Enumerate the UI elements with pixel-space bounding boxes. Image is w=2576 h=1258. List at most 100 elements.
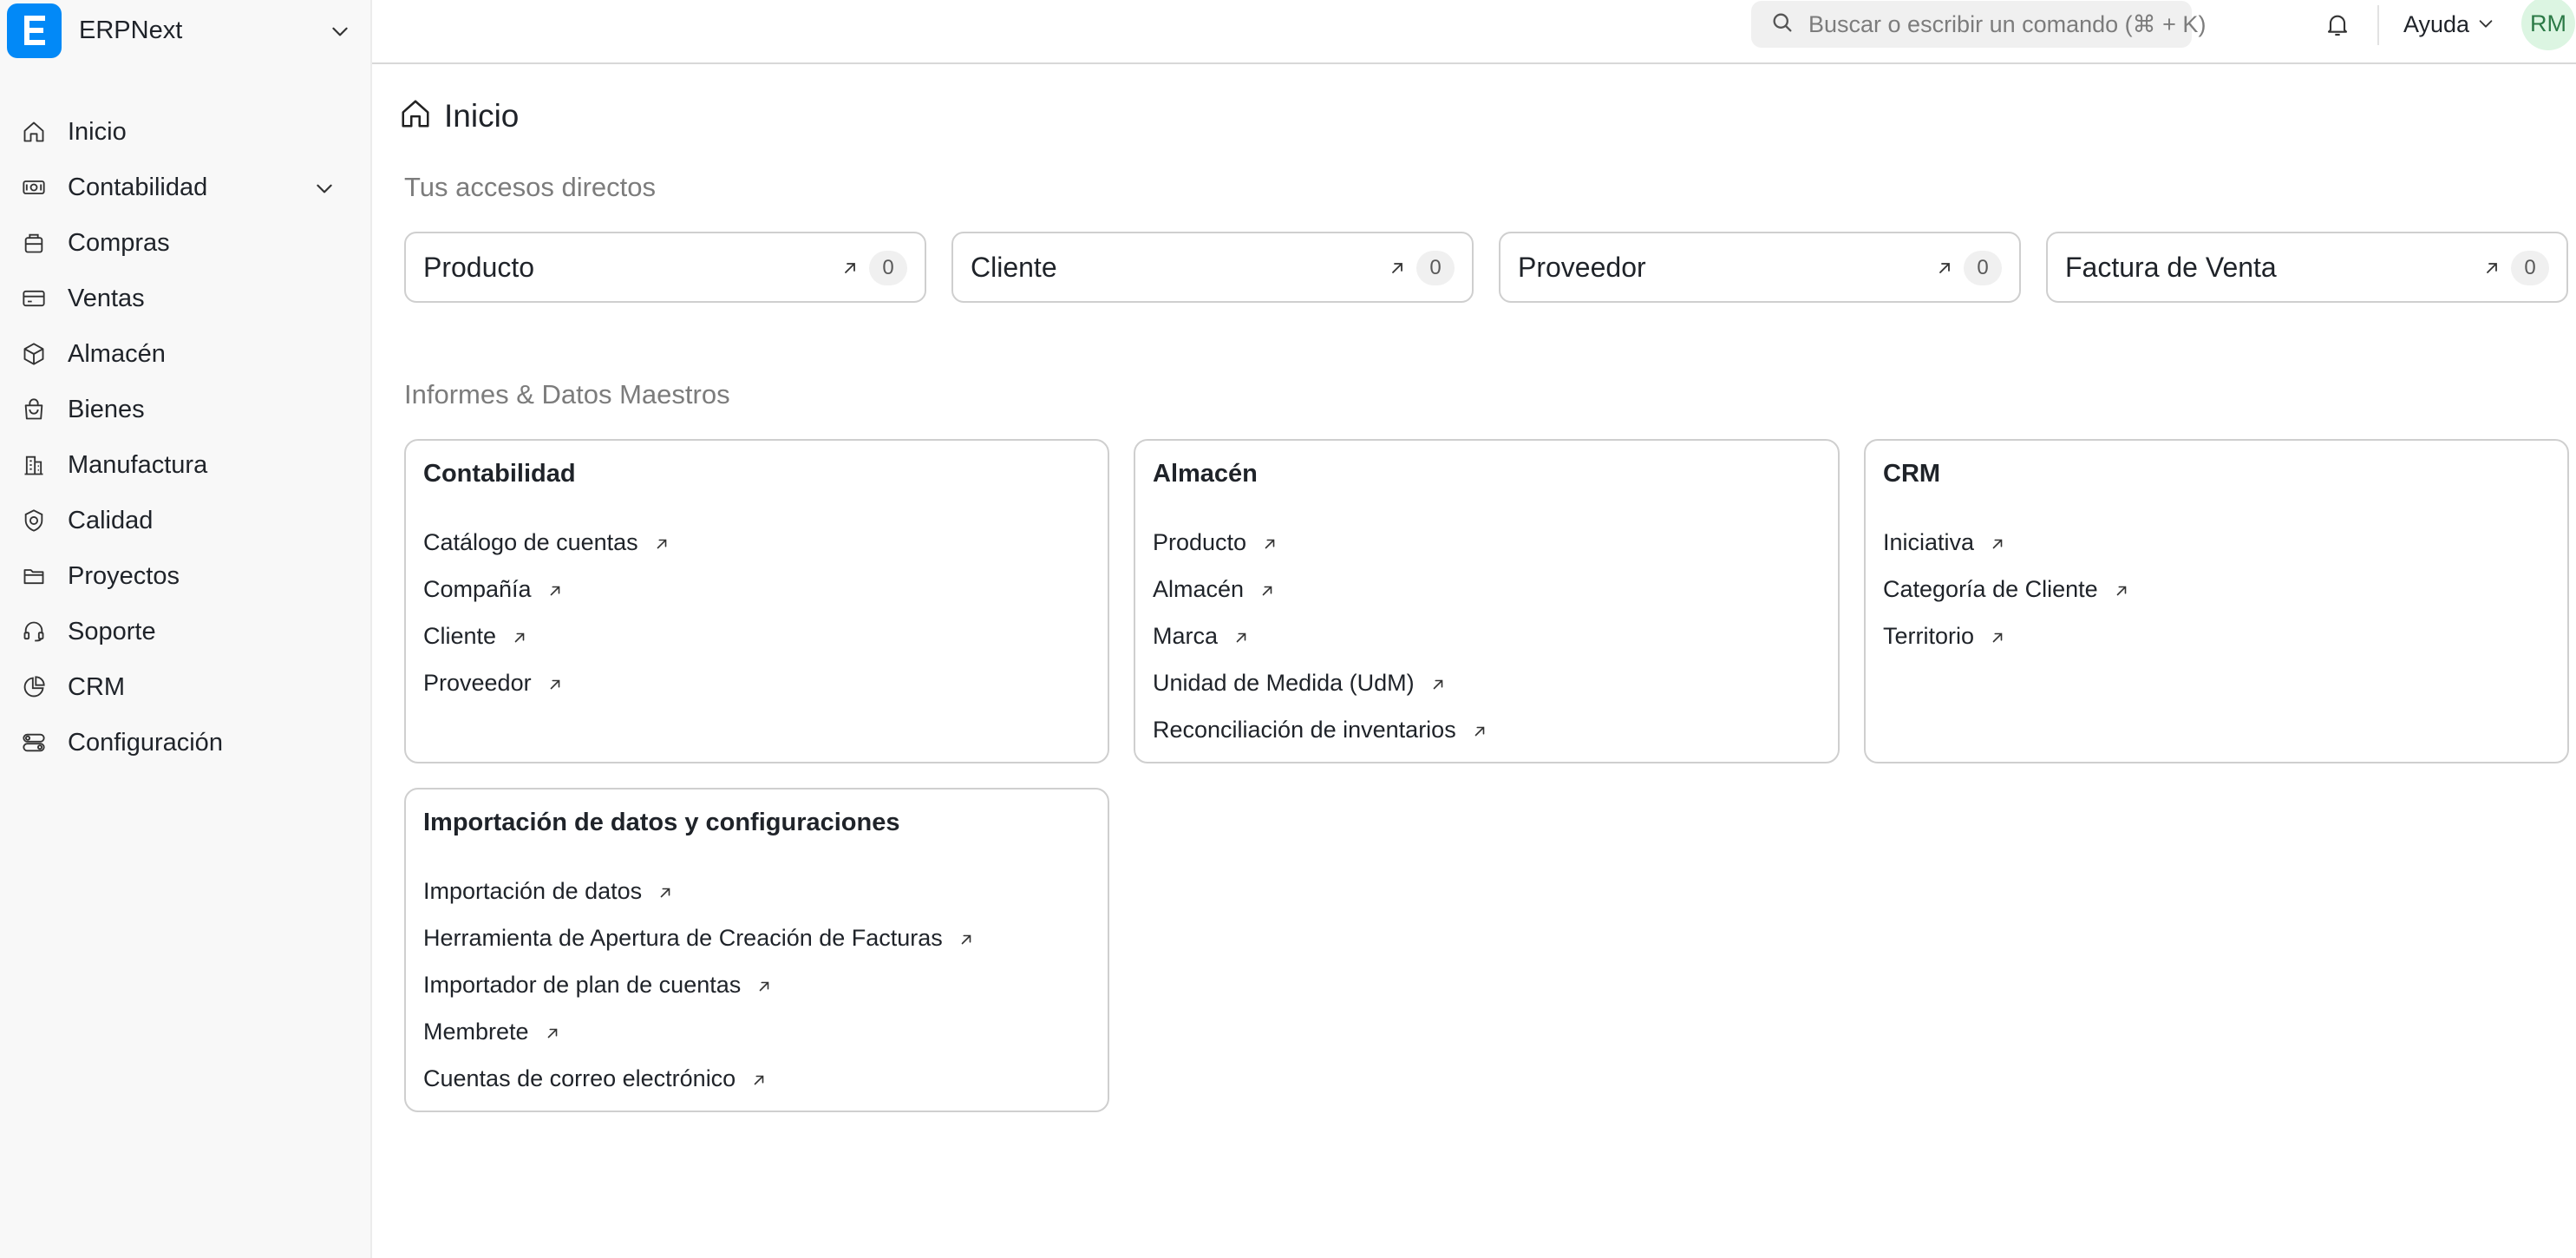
- shortcut-proveedor[interactable]: Proveedor 0: [1499, 232, 2021, 303]
- card-link[interactable]: Catálogo de cuentas: [423, 519, 670, 566]
- arrow-up-right-icon: [1472, 718, 1487, 745]
- arrow-up-right-icon: [547, 672, 563, 698]
- link-label: Unidad de Medida (UdM): [1153, 669, 1415, 696]
- sidebar-item-configuracion[interactable]: Configuración: [0, 715, 372, 770]
- shortcut-producto[interactable]: Producto 0: [404, 232, 926, 303]
- sidebar: ERPNext Inicio Contabilidad Compras Vent…: [0, 0, 372, 1258]
- sidebar-item-label: Manufactura: [68, 450, 208, 479]
- sidebar-item-label: Proyectos: [68, 561, 180, 590]
- card-links: Catálogo de cuentas Compañía Cliente Pro…: [423, 519, 670, 706]
- link-label: Iniciativa: [1883, 528, 1975, 555]
- arrow-up-right-icon: [1259, 578, 1275, 605]
- link-label: Territorio: [1883, 622, 1975, 649]
- quality-icon: [21, 508, 47, 534]
- link-label: Marca: [1153, 622, 1219, 649]
- shortcut-label: Producto: [423, 251, 535, 283]
- card-link[interactable]: Importación de datos: [423, 868, 974, 914]
- card-link[interactable]: Cliente: [423, 613, 670, 659]
- card-link[interactable]: Compañía: [423, 566, 670, 613]
- search-input[interactable]: Buscar o escribir un comando (⌘ + K): [1751, 1, 2206, 48]
- sidebar-item-compras[interactable]: Compras: [0, 215, 372, 271]
- card-link[interactable]: Unidad de Medida (UdM): [1153, 659, 1487, 706]
- sidebar-item-bienes[interactable]: Bienes: [0, 382, 372, 437]
- workspace-switcher[interactable]: ERPNext: [7, 2, 358, 59]
- stock-icon: [21, 341, 47, 367]
- card-crm: CRM Iniciativa Categoría de Cliente Terr…: [1864, 439, 2569, 763]
- support-icon: [21, 619, 47, 645]
- arrow-up-right-icon: [1990, 531, 2005, 558]
- help-dropdown[interactable]: Ayuda: [2403, 10, 2495, 39]
- shortcut-count-badge: 0: [869, 251, 907, 285]
- card-link[interactable]: Iniciativa: [1883, 519, 2129, 566]
- card-link[interactable]: Proveedor: [423, 659, 670, 706]
- card-title: Contabilidad: [423, 460, 576, 488]
- sidebar-item-crm[interactable]: CRM: [0, 659, 372, 715]
- card-title: CRM: [1883, 460, 1941, 488]
- notifications-bell-icon[interactable]: [2324, 10, 2351, 43]
- chevron-down-icon[interactable]: [313, 177, 336, 204]
- shortcut-factura-de-venta[interactable]: Factura de Venta 0: [2046, 232, 2568, 303]
- card-link[interactable]: Marca: [1153, 613, 1487, 659]
- search-placeholder: Buscar o escribir un comando (⌘ + K): [1808, 10, 2207, 37]
- chevron-down-icon: [2476, 12, 2495, 39]
- sidebar-item-label: Calidad: [68, 506, 154, 534]
- card-links: Importación de datos Herramienta de Aper…: [423, 868, 974, 1102]
- card-title: Almacén: [1153, 460, 1258, 488]
- shortcut-count-badge: 0: [1416, 251, 1455, 285]
- arrow-up-right-icon: [2114, 578, 2129, 605]
- link-label: Proveedor: [423, 669, 532, 696]
- sidebar-item-calidad[interactable]: Calidad: [0, 493, 372, 548]
- user-avatar[interactable]: RM: [2521, 0, 2575, 50]
- card-importacion-de-datos: Importación de datos y configuraciones I…: [404, 788, 1109, 1112]
- sidebar-item-label: Bienes: [68, 395, 145, 423]
- sidebar-item-soporte[interactable]: Soporte: [0, 604, 372, 659]
- arrow-up-right-icon: [547, 578, 563, 605]
- link-label: Catálogo de cuentas: [423, 528, 638, 555]
- card-link[interactable]: Reconciliación de inventarios: [1153, 706, 1487, 753]
- card-link[interactable]: Membrete: [423, 1008, 974, 1055]
- sidebar-item-ventas[interactable]: Ventas: [0, 271, 372, 326]
- link-label: Compañía: [423, 575, 532, 602]
- arrow-up-right-icon: [1936, 259, 1953, 281]
- arrow-up-right-icon: [1262, 531, 1278, 558]
- link-label: Almacén: [1153, 575, 1245, 602]
- card-link[interactable]: Territorio: [1883, 613, 2129, 659]
- arrow-up-right-icon: [1389, 259, 1406, 281]
- arrow-up-right-icon: [751, 1067, 767, 1094]
- page-title: Inicio: [399, 97, 519, 134]
- shortcut-count-badge: 0: [2511, 251, 2549, 285]
- arrow-up-right-icon: [958, 927, 974, 953]
- sidebar-item-proyectos[interactable]: Proyectos: [0, 548, 372, 604]
- crm-icon: [21, 674, 47, 700]
- card-almacen: Almacén Producto Almacén Marca Unidad de…: [1134, 439, 1840, 763]
- chevron-down-icon: [329, 20, 351, 47]
- sidebar-item-almacen[interactable]: Almacén: [0, 326, 372, 382]
- sidebar-item-contabilidad[interactable]: Contabilidad: [0, 160, 372, 215]
- accounting-icon: [21, 174, 47, 200]
- selling-icon: [21, 285, 47, 311]
- shortcut-cliente[interactable]: Cliente 0: [951, 232, 1474, 303]
- navbar-divider: [2377, 5, 2379, 45]
- manufacturing-icon: [21, 452, 47, 478]
- page-title-text: Inicio: [444, 97, 520, 134]
- sidebar-item-manufactura[interactable]: Manufactura: [0, 437, 372, 493]
- sidebar-item-inicio[interactable]: Inicio: [0, 104, 372, 160]
- arrow-up-right-icon: [841, 259, 859, 281]
- home-icon: [21, 119, 47, 145]
- link-label: Importador de plan de cuentas: [423, 971, 742, 998]
- card-link[interactable]: Categoría de Cliente: [1883, 566, 2129, 613]
- card-link[interactable]: Cuentas de correo electrónico: [423, 1055, 974, 1102]
- erpnext-logo-icon: [7, 3, 62, 58]
- link-label: Categoría de Cliente: [1883, 575, 2098, 602]
- card-link[interactable]: Producto: [1153, 519, 1487, 566]
- card-link[interactable]: Importador de plan de cuentas: [423, 961, 974, 1008]
- link-label: Herramienta de Apertura de Creación de F…: [423, 924, 943, 951]
- card-link[interactable]: Almacén: [1153, 566, 1487, 613]
- card-link[interactable]: Herramienta de Apertura de Creación de F…: [423, 914, 974, 961]
- sidebar-item-label: Compras: [68, 228, 170, 257]
- shortcuts-section-title: Tus accesos directos: [404, 172, 657, 202]
- arrow-up-right-icon: [2483, 259, 2501, 281]
- search-icon: [1770, 10, 1795, 39]
- link-label: Cliente: [423, 622, 497, 649]
- arrow-up-right-icon: [657, 880, 673, 907]
